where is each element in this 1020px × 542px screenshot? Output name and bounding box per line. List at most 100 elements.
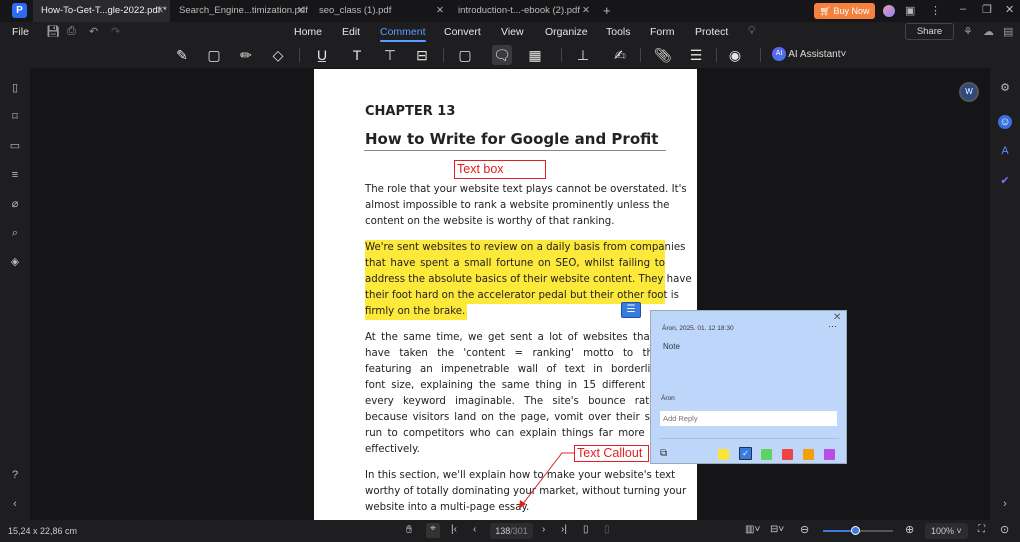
word-convert-badge[interactable]: W <box>959 82 979 102</box>
close-window-button[interactable]: ✕ <box>1005 3 1014 16</box>
redo-icon[interactable]: ↷ <box>111 25 120 38</box>
search-icon[interactable]: ⌕ <box>8 226 22 240</box>
previous-page-button[interactable]: ‹ <box>473 524 476 535</box>
menu-protect[interactable]: Protect <box>695 26 728 38</box>
layers-icon[interactable]: ◈ <box>8 255 22 269</box>
share-button[interactable]: Share <box>905 23 954 40</box>
translate-icon[interactable]: A <box>998 144 1012 158</box>
comment-list-icon[interactable]: ☰ <box>686 45 706 65</box>
area-highlight-icon[interactable]: ▢ <box>204 45 224 65</box>
ai-chat-icon[interactable]: ☺ <box>998 115 1012 129</box>
buy-now-button[interactable]: 🛒︎ Buy Now <box>814 3 875 19</box>
help-icon[interactable]: ? <box>8 468 22 482</box>
panel-icon[interactable]: ▤ <box>1003 25 1013 38</box>
restore-button[interactable]: ❐ <box>982 3 992 16</box>
eraser-icon[interactable]: ◇ <box>268 45 288 65</box>
text-callout-annotation[interactable]: Text Callout <box>574 445 649 462</box>
menu-edit[interactable]: Edit <box>342 26 360 38</box>
stamp-icon[interactable]: ⊥ <box>573 45 593 65</box>
tab-document-1[interactable]: How-To-Get-T...gle-2022.pdf * ✕ <box>33 0 170 22</box>
signature-icon[interactable]: ✍︎ <box>610 45 630 65</box>
last-page-button[interactable]: ›| <box>561 524 567 535</box>
close-icon[interactable]: ✕ <box>297 0 305 22</box>
ai-assistant-button[interactable]: AI AI Assistant˅ <box>772 47 846 63</box>
page-thumbnails-icon[interactable]: ▯ <box>8 81 22 95</box>
menu-comment[interactable]: Comment <box>380 26 426 42</box>
save-icon[interactable]: 💾︎ <box>46 25 60 38</box>
text-callout-icon[interactable]: ⊟ <box>412 45 432 65</box>
menu-view[interactable]: View <box>501 26 524 38</box>
page-layout-icon[interactable]: ▥˅ <box>745 524 760 535</box>
file-menu[interactable]: File <box>12 26 29 38</box>
select-tool-icon[interactable]: ⌖ <box>426 523 440 538</box>
color-swatch-orange[interactable] <box>803 449 814 460</box>
undo-icon[interactable]: ↶ <box>89 25 98 38</box>
highlight-tool-icon[interactable]: ✎ <box>172 45 192 65</box>
rotate-icon[interactable]: ▯ <box>583 524 589 535</box>
tab-document-4[interactable]: introduction-t...-ebook (2).pdf ✕ <box>450 0 596 22</box>
next-page-button[interactable]: › <box>542 524 545 535</box>
sticky-note-icon[interactable]: 🗨︎ <box>492 45 512 65</box>
cloud-upload-icon[interactable]: ☁ <box>983 25 994 38</box>
menu-convert[interactable]: Convert <box>444 26 481 38</box>
copy-icon[interactable]: ⧉ <box>660 448 667 459</box>
attachment-icon[interactable]: 📎︎ <box>653 45 673 65</box>
color-swatch-blue-selected[interactable]: ✓ <box>739 447 752 460</box>
zoom-in-icon[interactable]: ⊕ <box>905 523 914 536</box>
color-swatch-yellow[interactable] <box>718 449 729 460</box>
avatar[interactable] <box>883 5 895 17</box>
note-content[interactable]: Note <box>663 342 680 351</box>
zoom-select[interactable]: 100% ˅ <box>925 523 968 539</box>
workflow-icon[interactable]: ⚘ <box>963 25 973 38</box>
color-swatch-green[interactable] <box>761 449 772 460</box>
proofread-icon[interactable]: ✔ <box>998 174 1012 188</box>
page-number-input[interactable]: 138/301 <box>490 523 533 539</box>
comments-icon[interactable]: ▭ <box>8 139 22 153</box>
new-tab-button[interactable]: + <box>603 3 611 18</box>
hand-tool-icon[interactable]: ✋︎ <box>406 524 412 537</box>
crop-icon[interactable]: ▯ <box>604 524 610 535</box>
menu-tools[interactable]: Tools <box>606 26 631 38</box>
current-page: 138 <box>495 526 511 536</box>
expand-right-icon[interactable]: › <box>998 497 1012 511</box>
menu-bar: File 💾︎ ⎙ ↶ ↷ Home Edit Comment Convert … <box>0 22 1020 42</box>
attachment-icon[interactable]: ⌀ <box>8 197 22 211</box>
shape-icon[interactable]: ▢ <box>455 45 475 65</box>
measure-icon[interactable]: ▦ <box>525 45 545 65</box>
fit-screen-icon[interactable]: ⛶ <box>978 524 985 535</box>
color-swatch-red[interactable] <box>782 449 793 460</box>
first-page-button[interactable]: |‹ <box>451 524 457 535</box>
reply-input[interactable] <box>660 411 837 426</box>
menu-organize[interactable]: Organize <box>545 26 588 38</box>
sticky-note-icon[interactable]: ☰ <box>621 302 641 318</box>
eye-icon[interactable]: ◉ <box>725 45 745 65</box>
minimize-button[interactable]: – <box>960 3 966 15</box>
feedback-icon[interactable]: ▣ <box>905 4 915 17</box>
close-icon[interactable]: ✕ <box>436 0 444 22</box>
tab-document-2[interactable]: Search_Engine...timization.pdf ✕ <box>171 0 311 22</box>
zoom-slider-handle[interactable] <box>850 526 860 535</box>
print-icon[interactable]: ⎙ <box>67 25 76 38</box>
properties-icon[interactable]: ⚙ <box>998 81 1012 95</box>
more-icon[interactable]: ⋮ <box>930 4 941 17</box>
settings-circle-icon[interactable]: ⊙ <box>1000 523 1009 536</box>
underline-icon[interactable]: U̲ <box>312 45 332 65</box>
text-box-icon[interactable]: ⊤ <box>380 45 400 65</box>
layers-list-icon[interactable]: ≡ <box>8 168 22 182</box>
close-icon[interactable]: ✕ <box>582 0 590 22</box>
pencil-icon[interactable]: ✏︎ <box>236 45 256 65</box>
bookmark-icon[interactable]: ⌑ <box>8 110 22 124</box>
zoom-slider[interactable] <box>823 526 893 535</box>
menu-home[interactable]: Home <box>294 26 322 38</box>
menu-form[interactable]: Form <box>650 26 675 38</box>
color-swatch-purple[interactable] <box>824 449 835 460</box>
scroll-mode-icon[interactable]: ⊟˅ <box>770 524 784 535</box>
lightbulb-icon[interactable]: 💡︎ <box>748 25 756 38</box>
tab-label: introduction-t...-ebook (2).pdf <box>458 5 580 16</box>
more-options-icon[interactable]: ⋯ <box>828 321 837 332</box>
zoom-out-icon[interactable]: ⊖ <box>800 523 809 536</box>
text-icon[interactable]: T <box>347 45 367 65</box>
tab-document-3[interactable]: seo_class (1).pdf ✕ <box>311 0 450 22</box>
collapse-left-icon[interactable]: ‹ <box>8 497 22 511</box>
close-icon[interactable]: ✕ <box>156 0 164 22</box>
